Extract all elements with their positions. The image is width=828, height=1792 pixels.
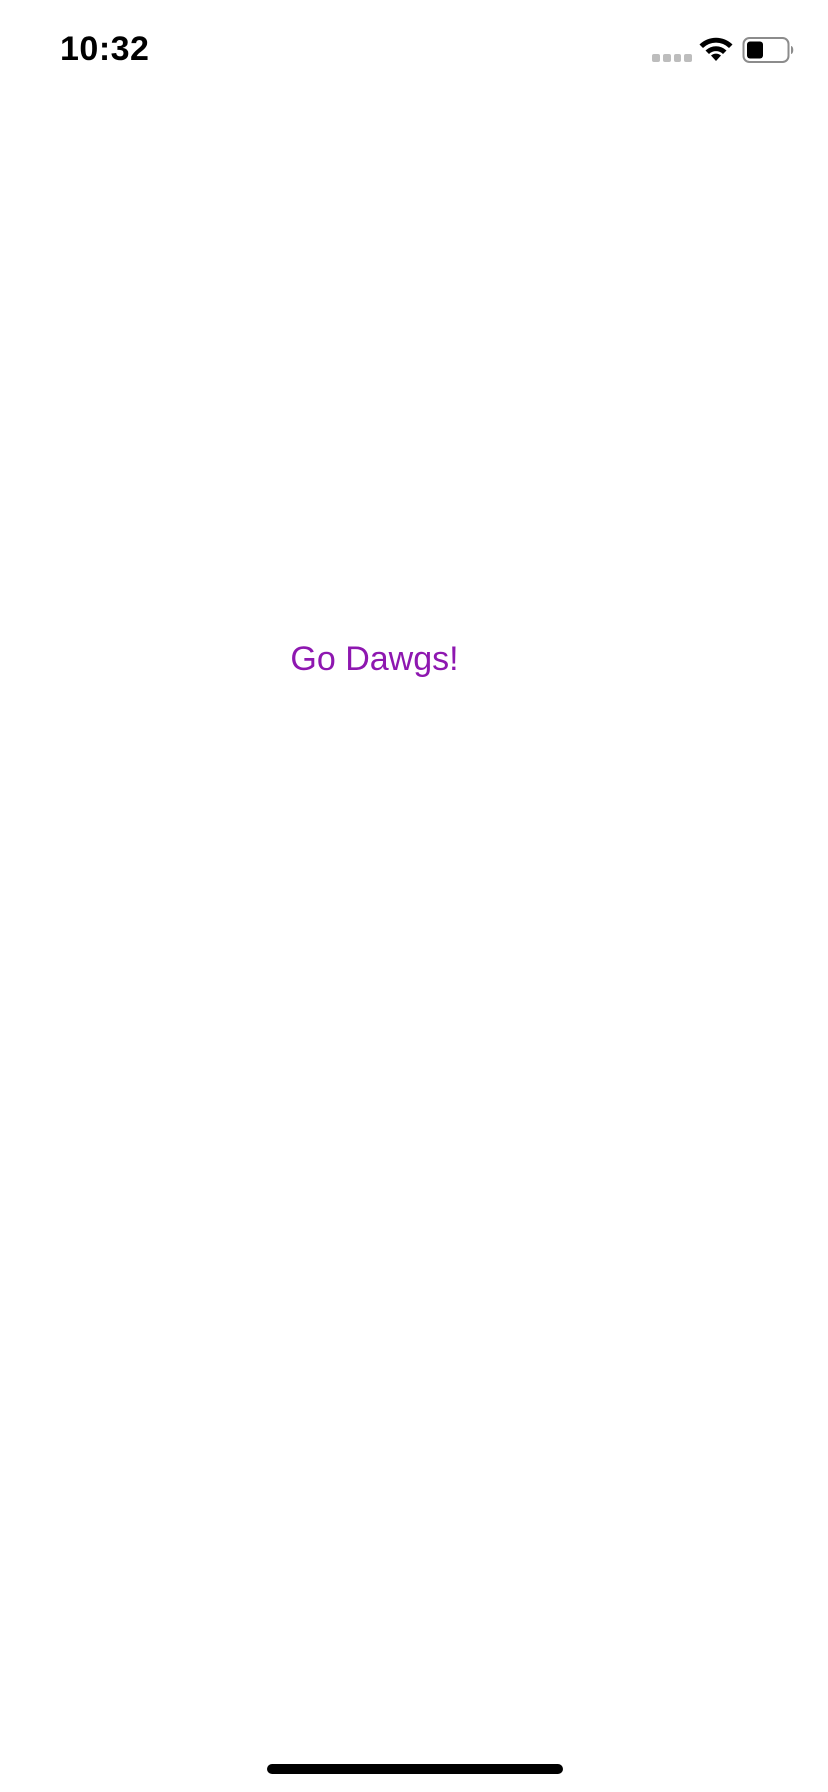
signal-dot (684, 54, 692, 62)
signal-dot (673, 54, 682, 62)
signal-dots-icon (652, 52, 692, 64)
battery-icon (742, 36, 796, 64)
main-label: Go Dawgs! (290, 640, 459, 678)
signal-dot (662, 54, 671, 62)
status-bar: 10:32 (0, 0, 828, 100)
status-time: 10:32 (60, 30, 150, 68)
signal-dot (652, 54, 660, 62)
wifi-icon (697, 35, 735, 65)
home-indicator[interactable] (267, 1764, 563, 1774)
